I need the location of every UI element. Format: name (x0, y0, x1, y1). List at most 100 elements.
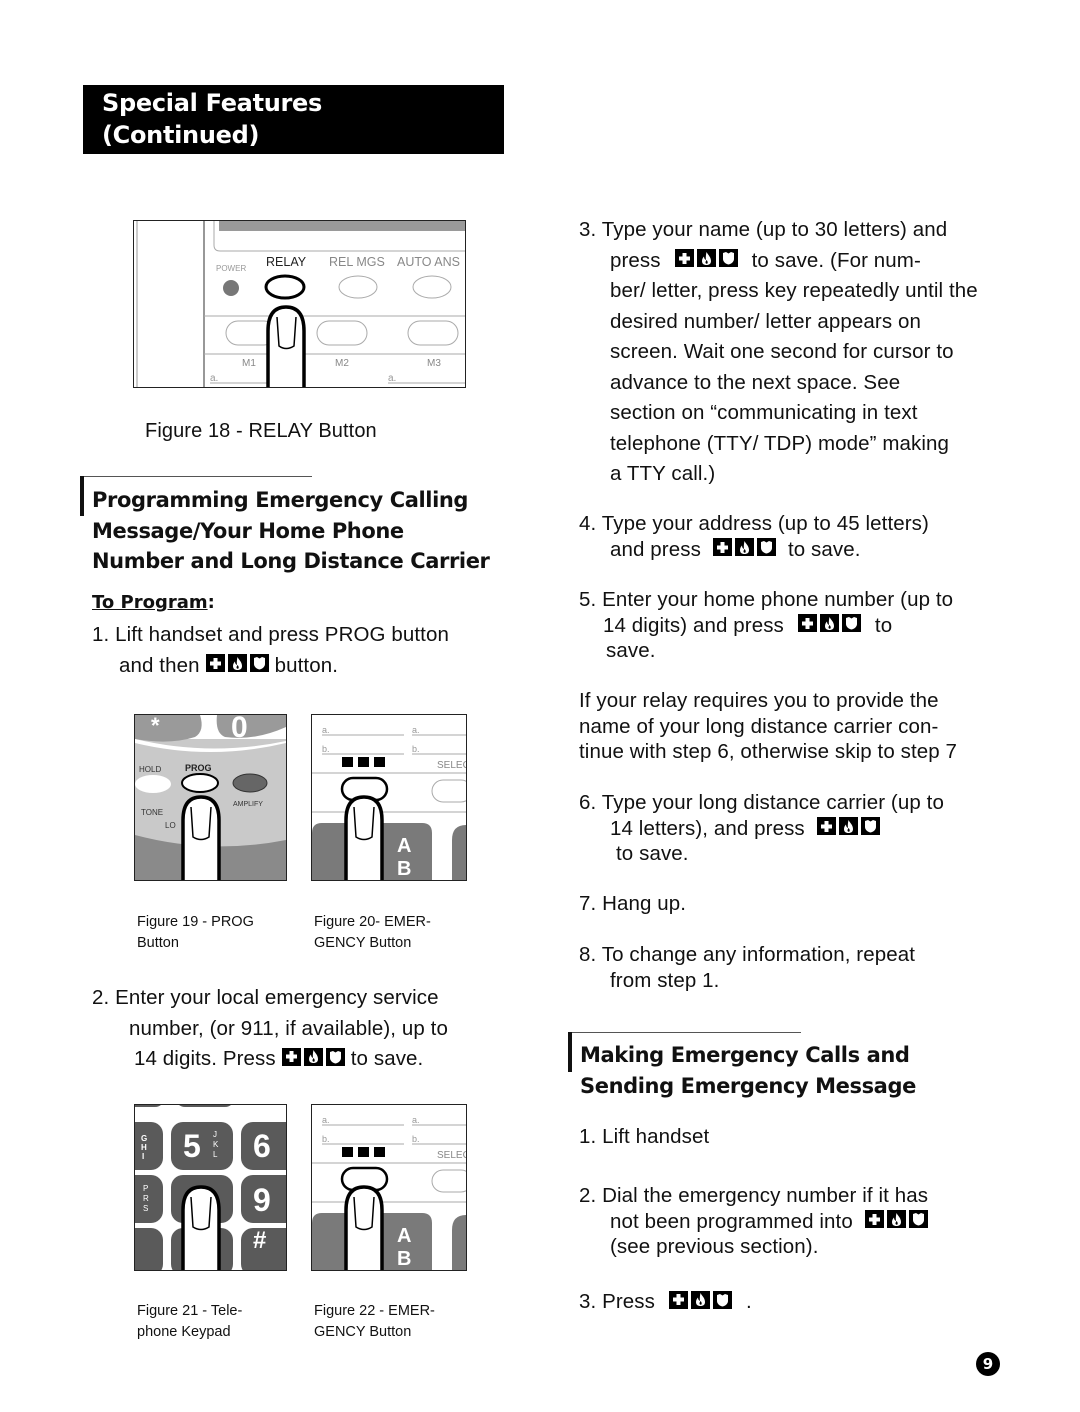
fire-flame-icon (838, 817, 858, 836)
finger-pointer (181, 795, 221, 880)
step-3-calling: 3. Press . (579, 1290, 752, 1313)
step-8-program: 8. To change any information, repeat fro… (579, 943, 916, 992)
svg-text:a.: a. (322, 1115, 330, 1125)
emergency-button-icons (712, 538, 776, 557)
fire-flame-icon (734, 538, 754, 557)
figure-20-caption: Figure 20- EMER- GENCY Button (314, 914, 431, 951)
svg-text:A: A (397, 835, 411, 857)
svg-text:AMPLIFY: AMPLIFY (233, 801, 263, 808)
svg-text:a.: a. (322, 725, 330, 735)
step-5-program: 5. Enter your home phone number (up to 1… (579, 588, 954, 662)
finger-pointer (266, 305, 306, 387)
medical-cross-icon (712, 538, 732, 557)
svg-text:b.: b. (322, 744, 330, 754)
svg-text:M1: M1 (242, 358, 256, 369)
emergency-button-icons (205, 654, 269, 673)
emergency-button-icons (816, 817, 880, 836)
relay-panel-illustration: POWER RELAY REL MGS AUTO ANS M1 M2 M3 a.… (136, 221, 465, 387)
medical-cross-icon (674, 249, 694, 268)
section-heading-programming: Programming Emergency Calling Message/Yo… (92, 488, 490, 573)
long-distance-note: If your relay requires you to provide th… (579, 689, 958, 763)
svg-text:K: K (213, 1140, 219, 1149)
police-badge-icon (756, 538, 776, 557)
step-2-program: 2. Enter your local emergency service nu… (92, 986, 448, 1070)
svg-text:S: S (143, 1204, 148, 1213)
svg-text:5: 5 (183, 1128, 201, 1164)
svg-text:A: A (397, 1225, 411, 1247)
medical-cross-icon (816, 817, 836, 836)
medical-cross-icon (669, 1290, 688, 1309)
fire-flame-icon (691, 1290, 710, 1309)
figure-22-emergency-button: a. a. b. b. SELEC A B (311, 1104, 467, 1271)
rel-mgs-label: REL MGS (329, 255, 385, 269)
medical-cross-icon (205, 654, 225, 673)
svg-text:a.: a. (388, 373, 396, 384)
emergency-panel-illustration: a. a. b. b. SELEC A B (312, 725, 466, 880)
medical-cross-icon (797, 614, 817, 633)
step-6-program: 6. Type your long distance carrier (up t… (579, 791, 944, 865)
svg-text:SELEC: SELEC (437, 1150, 466, 1161)
heading-accent-bar (80, 476, 84, 516)
figure-19-caption: Figure 19 - PROG Button (137, 914, 254, 951)
svg-text:L: L (213, 1150, 218, 1159)
step-1-program: 1. Lift handset and press PROG button an… (92, 623, 449, 677)
svg-text:LO: LO (165, 821, 176, 830)
svg-text:9: 9 (253, 1182, 271, 1218)
power-indicator (223, 280, 239, 296)
svg-text:P: P (143, 1184, 148, 1193)
emergency-button-icons (669, 1290, 732, 1309)
step-4-program: 4. Type your address (up to 45 letters) … (579, 512, 929, 561)
fire-flame-icon (696, 249, 716, 268)
step-7-program: 7. Hang up. (579, 892, 687, 915)
figure-22-caption: Figure 22 - EMER- GENCY Button (314, 1303, 435, 1340)
step-1-calling: 1. Lift handset (579, 1125, 710, 1148)
keypad-illustration: G H I 5 JKL 6 PRS 9 # (135, 1105, 286, 1270)
emergency-button-icons (674, 249, 738, 268)
police-badge-icon (841, 614, 861, 633)
svg-text:B: B (397, 858, 411, 880)
finger-pointer (181, 1185, 221, 1270)
svg-text:G: G (141, 1134, 147, 1143)
medical-cross-icon (281, 1047, 301, 1066)
svg-text:*: * (151, 715, 160, 738)
fire-flame-icon (227, 654, 247, 673)
emergency-button-icons (281, 1047, 345, 1066)
finger-pointer (344, 795, 384, 880)
relay-label: RELAY (266, 255, 307, 269)
page-title-continued: (Continued) (102, 121, 260, 149)
svg-text:#: # (253, 1227, 266, 1254)
svg-text:a.: a. (210, 373, 218, 384)
prog-button[interactable] (181, 773, 219, 793)
step-3-program: 3. Type your name (up to 30 letters) and… (579, 218, 978, 485)
figure-21-telephone-keypad: G H I 5 JKL 6 PRS 9 # (134, 1104, 287, 1271)
heading-rule (80, 476, 312, 477)
figure-20-emergency-button: a. a. b. b. SELEC A B (311, 714, 467, 881)
figure-18-caption: Figure 18 - RELAY Button (145, 420, 377, 442)
svg-text:TONE: TONE (141, 808, 163, 817)
police-badge-icon (249, 654, 269, 673)
page-number: 9 (976, 1352, 1000, 1376)
police-badge-icon (718, 249, 738, 268)
svg-text:PROG: PROG (185, 763, 212, 773)
svg-text:I: I (142, 1152, 144, 1161)
emergency-button-icons (864, 1210, 928, 1229)
svg-text:b.: b. (322, 1134, 330, 1144)
svg-text:b.: b. (412, 744, 420, 754)
auto-ans-label: AUTO ANS (397, 255, 460, 269)
relay-button[interactable] (264, 274, 306, 300)
figure-21-caption: Figure 21 - Tele- phone Keypad (137, 1303, 243, 1340)
section-heading-making-calls: Making Emergency Calls and Sending Emerg… (580, 1043, 916, 1098)
svg-text:M3: M3 (427, 358, 441, 369)
fire-flame-icon (886, 1210, 906, 1229)
emergency-button-icons (797, 614, 861, 633)
svg-text:HOLD: HOLD (139, 765, 161, 774)
heading-accent-bar (568, 1032, 572, 1072)
svg-text:0: 0 (231, 715, 248, 744)
police-badge-icon (860, 817, 880, 836)
police-badge-icon (713, 1290, 732, 1309)
to-program-subheading: To Program: (92, 592, 215, 613)
svg-text:6: 6 (253, 1128, 271, 1164)
emergency-panel-illustration: a. a. b. b. SELEC A B (312, 1115, 466, 1270)
police-badge-icon (908, 1210, 928, 1229)
fire-flame-icon (303, 1047, 323, 1066)
